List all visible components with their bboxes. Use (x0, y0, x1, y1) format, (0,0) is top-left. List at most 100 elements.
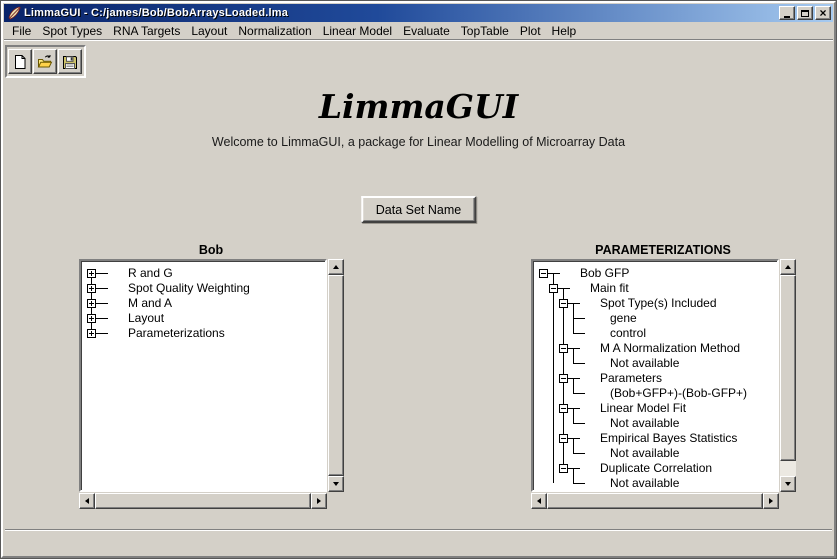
data-set-name-button[interactable]: Data Set Name (361, 196, 476, 223)
tree-item-parameters[interactable]: Parameters (600, 371, 662, 386)
tree-connector (96, 303, 108, 304)
close-button[interactable]: × (815, 6, 831, 20)
tree-item-control[interactable]: control (610, 326, 646, 341)
menu-bar: File Spot Types RNA Targets Layout Normaliza… (4, 22, 833, 40)
scroll-right-button[interactable] (311, 493, 327, 509)
parameterizations-tree-surface: Bob GFPMain fitSpot Type(s) Includedgene… (534, 262, 777, 490)
arrow-down-icon (785, 482, 791, 486)
new-button[interactable] (8, 49, 32, 74)
menu-item-spot-types[interactable]: Spot Types (42, 24, 102, 38)
save-button[interactable] (58, 49, 82, 74)
tree-collapse-box[interactable] (559, 404, 568, 413)
tree-collapse-box[interactable] (559, 374, 568, 383)
menu-item-help[interactable]: Help (552, 24, 577, 38)
open-button[interactable] (33, 49, 57, 74)
tree-item-bob-gfp-bob-gfp[interactable]: (Bob+GFP+)-(Bob-GFP+) (610, 386, 747, 401)
tree-item-gene[interactable]: gene (610, 311, 637, 326)
scrollbar-thumb[interactable] (95, 493, 311, 509)
tree-item-m-and-a[interactable]: M and A (128, 296, 172, 311)
scroll-up-button[interactable] (328, 259, 344, 275)
new-file-icon (12, 54, 28, 70)
tree-item-not-available[interactable]: Not available (610, 416, 679, 431)
parameterizations-tree-horizontal-scrollbar[interactable] (531, 493, 779, 509)
tree-connector (568, 468, 580, 469)
tree-connector (568, 378, 580, 379)
tree-connector (548, 273, 560, 274)
menu-item-toptable[interactable]: TopTable (461, 24, 509, 38)
menu-item-normalization[interactable]: Normalization (238, 24, 311, 38)
tree-collapse-box[interactable] (559, 434, 568, 443)
tree-collapse-box[interactable] (539, 269, 548, 278)
tree-item-not-available[interactable]: Not available (610, 446, 679, 461)
tk-feather-icon[interactable] (7, 6, 21, 20)
tree-connector (573, 363, 585, 364)
parameterizations-tree-vertical-scrollbar[interactable] (780, 259, 796, 492)
tree-item-r-and-g[interactable]: R and G (128, 266, 173, 281)
scroll-right-button[interactable] (763, 493, 779, 509)
scroll-down-button[interactable] (780, 476, 796, 492)
tree-collapse-box[interactable] (559, 344, 568, 353)
tree-connector (96, 318, 108, 319)
bob-tree-canvas[interactable]: R and GSpot Quality WeightingM and ALayo… (79, 259, 327, 492)
tree-item-not-available[interactable]: Not available (610, 356, 679, 371)
tree-connector (573, 453, 585, 454)
scrollbar-thumb[interactable] (780, 275, 796, 461)
tree-item-parameterizations[interactable]: Parameterizations (128, 326, 225, 341)
title-bar[interactable]: LimmaGUI - C:/james/Bob/BobArraysLoaded.… (4, 4, 833, 22)
page-title: LimmaGUI (1, 87, 836, 126)
bob-tree-heading: Bob (79, 243, 343, 257)
tree-connector (573, 318, 585, 319)
menu-item-rna-targets[interactable]: RNA Targets (113, 24, 180, 38)
tree-item-layout[interactable]: Layout (128, 311, 164, 326)
tree-item-spot-quality-weighting[interactable]: Spot Quality Weighting (128, 281, 250, 296)
menu-item-linear-model[interactable]: Linear Model (323, 24, 392, 38)
scroll-left-button[interactable] (79, 493, 95, 509)
tree-collapse-box[interactable] (559, 464, 568, 473)
scrollbar-thumb[interactable] (328, 275, 344, 476)
parameterizations-tree: Bob GFPMain fitSpot Type(s) Includedgene… (531, 259, 796, 509)
tree-connector (568, 438, 580, 439)
tree-expand-box[interactable] (87, 299, 96, 308)
scroll-left-button[interactable] (531, 493, 547, 509)
parameterizations-tree-heading: PARAMETERIZATIONS (531, 243, 795, 257)
scrollbar-thumb[interactable] (547, 493, 763, 509)
tree-collapse-box[interactable] (549, 284, 558, 293)
bob-tree-horizontal-scrollbar[interactable] (79, 493, 327, 509)
bob-tree-vertical-scrollbar[interactable] (328, 259, 344, 492)
arrow-up-icon (333, 265, 339, 269)
close-icon: × (819, 8, 826, 18)
tree-item-main-fit[interactable]: Main fit (590, 281, 629, 296)
tree-expand-box[interactable] (87, 314, 96, 323)
tree-expand-box[interactable] (87, 329, 96, 338)
tree-item-empirical-bayes-statistics[interactable]: Empirical Bayes Statistics (600, 431, 737, 446)
parameterizations-tree-canvas[interactable]: Bob GFPMain fitSpot Type(s) Includedgene… (531, 259, 779, 492)
tree-item-not-available[interactable]: Not available (610, 476, 679, 491)
tree-connector (568, 408, 580, 409)
tree-item-duplicate-correlation[interactable]: Duplicate Correlation (600, 461, 712, 476)
tree-connector (568, 348, 580, 349)
tree-connector (573, 423, 585, 424)
bob-tree: R and GSpot Quality WeightingM and ALayo… (79, 259, 344, 509)
tree-connector (553, 273, 554, 483)
menu-item-plot[interactable]: Plot (520, 24, 541, 38)
bottom-separator (5, 529, 832, 531)
open-folder-icon (37, 54, 53, 70)
window-buttons: × (779, 6, 831, 20)
minimize-button[interactable] (779, 6, 795, 20)
scroll-down-button[interactable] (328, 476, 344, 492)
tree-expand-box[interactable] (87, 269, 96, 278)
scroll-up-button[interactable] (780, 259, 796, 275)
maximize-button[interactable] (797, 6, 813, 20)
tree-expand-box[interactable] (87, 284, 96, 293)
tree-item-spot-type-s-included[interactable]: Spot Type(s) Included (600, 296, 717, 311)
tree-connector (573, 468, 574, 483)
menu-item-file[interactable]: File (12, 24, 31, 38)
arrow-left-icon (537, 498, 541, 504)
tree-collapse-box[interactable] (559, 299, 568, 308)
tree-connector (573, 408, 574, 423)
tree-item-bob-gfp[interactable]: Bob GFP (580, 266, 629, 281)
menu-item-evaluate[interactable]: Evaluate (403, 24, 450, 38)
menu-item-layout[interactable]: Layout (191, 24, 227, 38)
tree-item-linear-model-fit[interactable]: Linear Model Fit (600, 401, 686, 416)
tree-item-m-a-normalization-method[interactable]: M A Normalization Method (600, 341, 740, 356)
